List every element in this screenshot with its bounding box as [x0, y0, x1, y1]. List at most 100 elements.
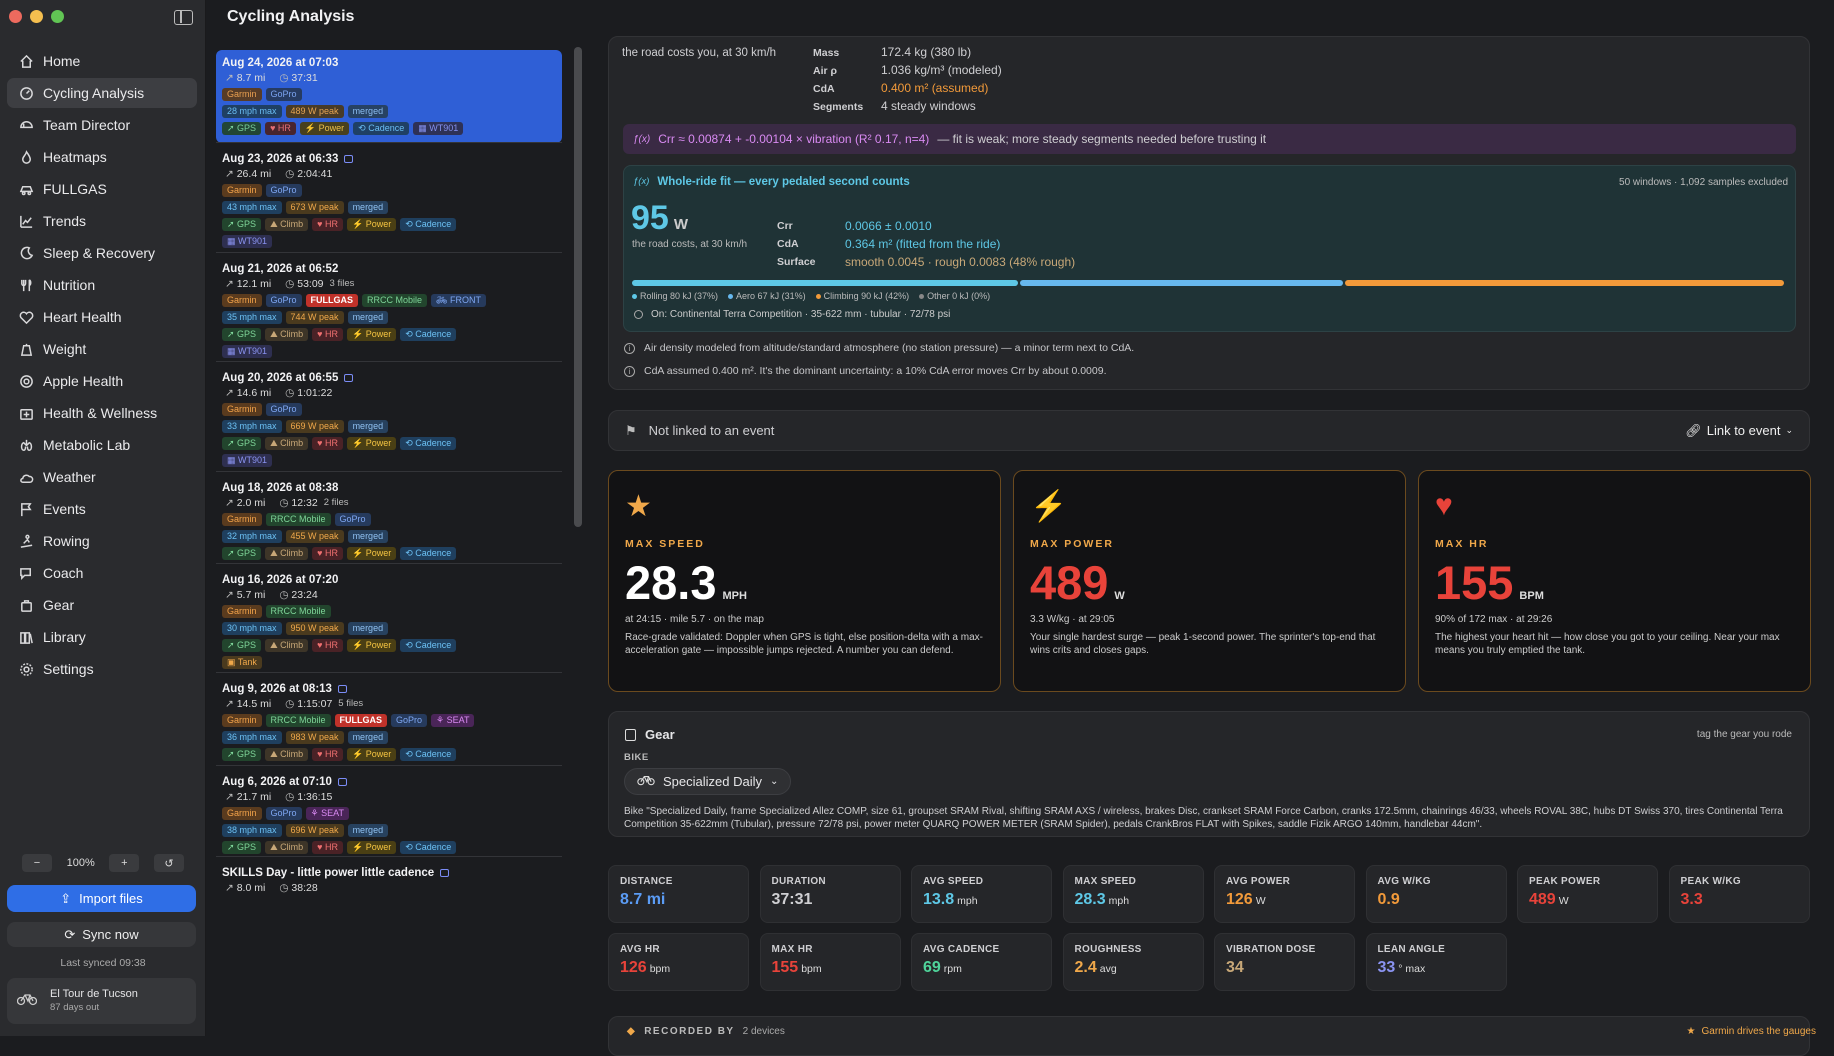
ride-list: Aug 24, 2026 at 07:03 8.7 mi 37:31 Garmin Go…: [207, 45, 585, 1036]
sidebar-toggle-icon[interactable]: [174, 10, 193, 25]
ride-date-text: Aug 23, 2026 at 06:33: [222, 153, 339, 165]
ride-tag-power: ⚡ Power: [347, 639, 397, 652]
tag-gps-icon: ➚: [227, 640, 238, 650]
stat-tile-distance: DISTANCE 8.7 mi: [608, 865, 749, 923]
ride-tag-wt: ▦ WT901: [222, 345, 273, 358]
recorded-by-header: ◆ RECORDED BY 2 devices: [627, 1026, 785, 1037]
stat-value: 33 ° max: [1378, 959, 1506, 977]
sidebar-item-metabolic-lab[interactable]: Metabolic Lab: [7, 430, 197, 460]
sidebar-item-rowing[interactable]: Rowing: [7, 526, 197, 556]
ride-tag-wt: ▦ WT901: [222, 454, 273, 467]
sidebar-item-sleep-recovery[interactable]: Sleep & Recovery: [7, 238, 197, 268]
energy-legend-item: Aero 67 kJ (31%): [728, 291, 806, 301]
flag-icon: ⚑: [625, 422, 637, 438]
ride-tag-label: Garmin: [227, 715, 257, 725]
flag-icon: [18, 501, 34, 517]
sidebar-item-heart-health[interactable]: Heart Health: [7, 302, 197, 332]
ride-tags-sensors: ➚ GPS ⛰ Climb ♥ HR ⚡ Power ⟲ Cadence: [222, 547, 556, 560]
tire-text: On: Continental Terra Competition · 35-6…: [651, 309, 951, 320]
sidebar-item-cycling-analysis[interactable]: Cycling Analysis: [7, 78, 197, 108]
sync-now-button[interactable]: ⟳ Sync now: [7, 922, 196, 947]
stat-tile-avg-hr: AVG HR 126 bpm: [608, 933, 749, 991]
link-to-event-button[interactable]: 🔗︎ Link to event ⌄: [1685, 423, 1793, 439]
ride-tag-label: GoPro: [270, 89, 297, 99]
ride-tag-power: ⚡ Power: [347, 841, 397, 854]
card-value-unit: W: [1114, 590, 1125, 602]
ride-tag-label: 35 mph max: [227, 312, 277, 322]
tag-climb-icon: ⛰: [270, 640, 281, 650]
ride-tag-label: HR: [325, 438, 338, 448]
ride-tag-garmin: Garmin: [222, 605, 262, 618]
tag-power-icon: ⚡: [352, 438, 366, 448]
tag-wt-icon: ▦: [227, 455, 239, 465]
minimize-window-button[interactable]: [30, 10, 43, 23]
ride-tag-gps: ➚ GPS: [222, 841, 262, 854]
ride-list-item[interactable]: Aug 21, 2026 at 06:52 12.1 mi 53:09 3 files…: [216, 256, 562, 362]
ride-tag-gps: ➚ GPS: [222, 547, 262, 560]
event-countdown: 87 days out: [50, 1002, 100, 1013]
zoom-window-button[interactable]: [51, 10, 64, 23]
ride-divider: [216, 563, 562, 564]
ride-tag-tank: ▣ Tank: [222, 656, 262, 669]
sidebar-item-label: Health & Wellness: [43, 405, 158, 421]
sidebar-item-events[interactable]: Events: [7, 494, 197, 524]
function-icon: ƒ(x): [633, 176, 650, 187]
sidebar-item-nutrition[interactable]: Nutrition: [7, 270, 197, 300]
sidebar-item-health-wellness[interactable]: Health & Wellness: [7, 398, 197, 428]
close-window-button[interactable]: [9, 10, 22, 23]
ride-tags-sources: Garmin GoPro ⚘ SEAT: [222, 807, 556, 820]
bike-select[interactable]: Specialized Daily ⌄: [624, 768, 792, 795]
ride-list-item[interactable]: Aug 6, 2026 at 07:10 21.7 mi 1:36:15 Garmin…: [216, 769, 562, 858]
ride-tags-extra: ▦ WT901: [222, 235, 556, 248]
sidebar-item-settings[interactable]: Settings: [7, 654, 197, 684]
stat-value: 0.9: [1378, 891, 1506, 909]
ride-list-item[interactable]: Aug 16, 2026 at 07:20 5.7 mi 23:24 Garmin RR…: [216, 567, 562, 673]
ride-tag-hr: ♥ HR: [312, 841, 343, 854]
heart-pulse-icon: [18, 309, 34, 325]
ride-list-item[interactable]: Aug 20, 2026 at 06:55 14.6 mi 1:01:22 Garmi…: [216, 365, 562, 471]
card-label: MAX SPEED: [625, 538, 705, 550]
ride-tag-peak: 669 W peak: [285, 420, 344, 433]
link-icon: 🔗︎: [1685, 422, 1702, 438]
zoom-out-icon[interactable]: −: [22, 854, 52, 872]
ride-tags-sensors: ➚ GPS ⛰ Climb ♥ HR ⚡ Power ⟲ Cadence: [222, 218, 556, 231]
ride-duration: 1:36:15: [285, 791, 332, 803]
fit-row-value: 0.0066 ± 0.0010: [845, 219, 932, 233]
stat-value-number: 13.8: [923, 891, 955, 908]
zoom-in-icon[interactable]: +: [109, 854, 140, 872]
upcoming-event-card[interactable]: El Tour de Tucson 87 days out: [7, 978, 196, 1024]
sidebar-item-home[interactable]: Home: [7, 46, 197, 76]
sidebar-item-gear[interactable]: Gear: [7, 590, 197, 620]
ride-list-item[interactable]: Aug 24, 2026 at 07:03 8.7 mi 37:31 Garmin Go…: [216, 50, 562, 143]
zoom-reset-icon[interactable]: ↺: [153, 854, 184, 872]
ride-tag-rrcc: RRCC Mobile: [265, 714, 331, 727]
ride-list-item[interactable]: Aug 23, 2026 at 06:33 26.4 mi 2:04:41 Garmi…: [216, 146, 562, 252]
ride-tag-merged: merged: [347, 311, 389, 324]
last-synced-text: Last synced 09:38: [60, 957, 146, 969]
sidebar-item-weight[interactable]: Weight: [7, 334, 197, 364]
event-link-row: ⚑ Not linked to an event 🔗︎ Link to even…: [608, 410, 1810, 451]
import-files-button[interactable]: ⇪ Import files: [7, 885, 196, 912]
sidebar-item-coach[interactable]: Coach: [7, 558, 197, 588]
sidebar-item-library[interactable]: Library: [7, 622, 197, 652]
tag-climb-icon: ⛰: [270, 749, 281, 759]
sidebar-item-trends[interactable]: Trends: [7, 206, 197, 236]
legend-dot-icon: [815, 294, 821, 299]
ride-tags-stats: 38 mph max 696 W peak merged: [222, 824, 556, 837]
ride-list-item[interactable]: SKILLS Day - little power little cadence…: [216, 860, 562, 898]
sidebar-item-label: Weather: [43, 469, 96, 485]
sidebar-item-apple-health[interactable]: Apple Health: [7, 366, 197, 396]
ride-list-scrollbar[interactable]: [574, 47, 582, 527]
sidebar-item-team-director[interactable]: Team Director: [7, 110, 197, 140]
sidebar-item-fullgas[interactable]: FULLGAS: [7, 174, 197, 204]
sidebar-item-heatmaps[interactable]: Heatmaps: [7, 142, 197, 172]
ride-list-item[interactable]: Aug 18, 2026 at 08:38 2.0 mi 12:32 2 files G…: [216, 475, 562, 564]
ride-tag-hr: ♥ HR: [312, 748, 343, 761]
ride-tag-label: merged: [352, 732, 384, 742]
ride-list-item[interactable]: Aug 9, 2026 at 08:13 14.5 mi 1:15:07 5 file…: [216, 676, 562, 765]
ride-distance: 14.5 mi: [225, 698, 271, 710]
sidebar-item-weather[interactable]: Weather: [7, 462, 197, 492]
ride-tags-stats: 43 mph max 673 W peak merged: [222, 201, 556, 214]
tag-cad-icon: ⟲: [405, 640, 416, 650]
ride-tag-cad: ⟲ Cadence: [400, 328, 457, 341]
